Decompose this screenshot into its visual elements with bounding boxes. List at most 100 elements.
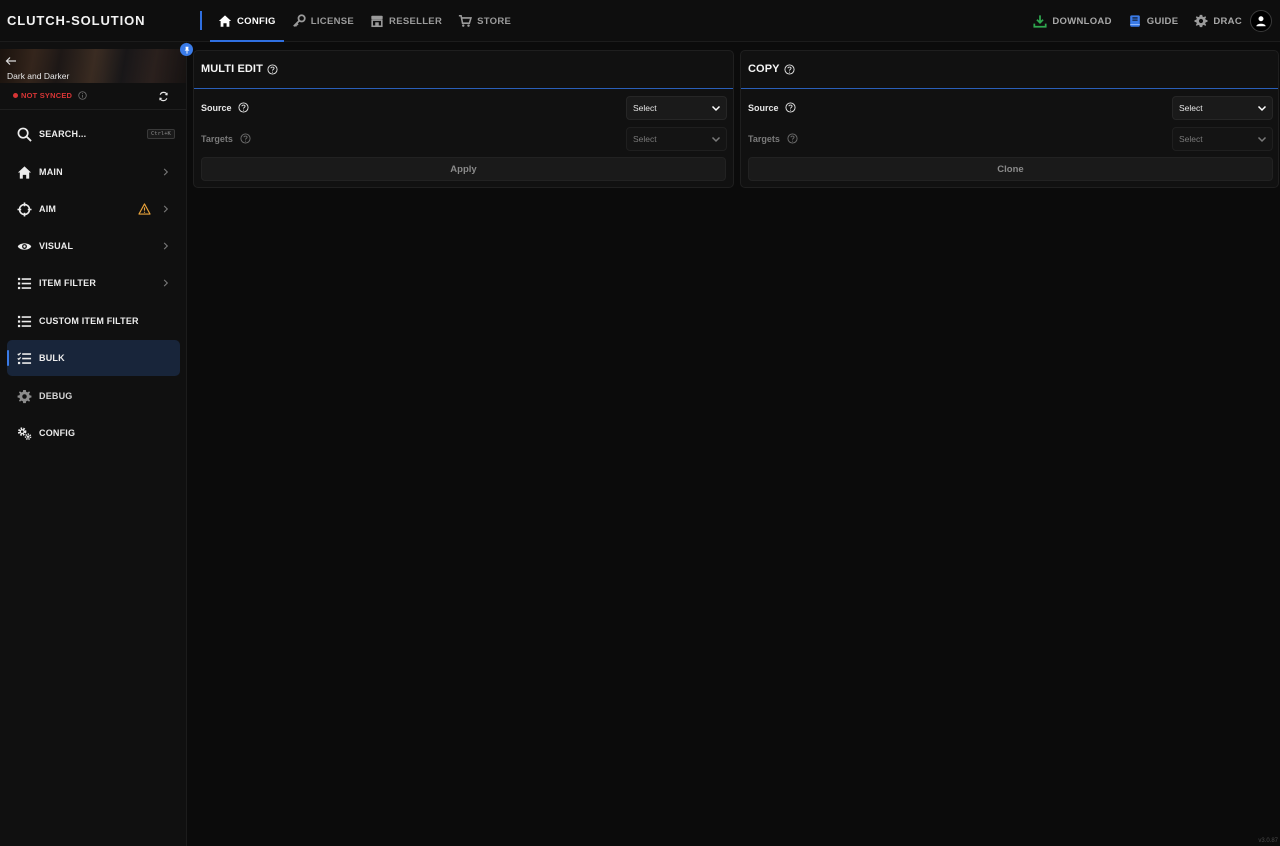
sidebar-item-debug[interactable]: DEBUG	[7, 378, 180, 414]
help-icon[interactable]	[785, 102, 796, 113]
sync-status: NOT SYNCED	[13, 91, 87, 100]
sidebar-item-label: CONFIG	[39, 428, 76, 438]
help-icon[interactable]	[240, 133, 251, 144]
gear-icon	[1194, 14, 1208, 28]
tab-store[interactable]: STORE	[450, 0, 519, 42]
tab-reseller[interactable]: RESELLER	[362, 0, 450, 42]
version-label: v3.0.87	[1258, 838, 1278, 844]
brand-logo: CLUTCH-SOLUTION	[7, 13, 146, 28]
guide-button[interactable]: GUIDE	[1128, 14, 1179, 28]
chevron-down-icon	[1257, 136, 1267, 143]
copy-source-select[interactable]: Select	[1172, 96, 1273, 120]
sidebar-item-main[interactable]: MAIN	[7, 154, 180, 190]
chevron-down-icon	[711, 136, 721, 143]
search-shortcut: Ctrl+K	[147, 129, 175, 139]
sync-status-label: NOT SYNCED	[21, 91, 73, 100]
sidebar-search[interactable]: SEARCH... Ctrl+K	[7, 116, 180, 152]
select-value: Select	[1179, 103, 1203, 113]
list-icon	[17, 277, 32, 290]
multi-edit-header: MULTI EDIT	[194, 51, 733, 89]
refresh-icon[interactable]	[158, 91, 169, 102]
checklist-icon	[17, 352, 32, 365]
help-icon[interactable]	[784, 64, 795, 75]
sidebar-item-label: MAIN	[39, 167, 63, 177]
multi-edit-source-label: Source	[201, 103, 232, 113]
sidebar-item-aim[interactable]: AIM	[7, 191, 180, 227]
crosshair-icon	[17, 202, 32, 217]
help-icon[interactable]	[787, 133, 798, 144]
sync-status-dot	[13, 93, 18, 98]
sidebar-divider	[0, 109, 186, 110]
chevron-down-icon	[711, 105, 721, 112]
nav-separator	[200, 11, 202, 30]
gears-icon	[17, 427, 32, 440]
sidebar-item-label: VISUAL	[39, 241, 74, 251]
guide-label: GUIDE	[1146, 15, 1179, 27]
chevron-down-icon	[1257, 105, 1267, 112]
list-icon	[17, 315, 32, 328]
tab-config-label: CONFIG	[237, 15, 276, 27]
sidebar-item-label: ITEM FILTER	[39, 278, 97, 288]
search-icon	[17, 127, 32, 142]
help-icon[interactable]	[267, 64, 278, 75]
copy-panel: COPY Source Select Targets Select Clone	[740, 50, 1279, 188]
eye-icon	[17, 243, 32, 250]
sidebar-item-bulk[interactable]: BULK	[7, 340, 180, 376]
pin-icon	[184, 46, 189, 54]
copy-targets-select[interactable]: Select	[1172, 127, 1273, 151]
multi-edit-title: MULTI EDIT	[201, 63, 263, 75]
cart-icon	[458, 14, 473, 27]
warning-icon	[138, 203, 151, 215]
right-nav: DOWNLOAD GUIDE DRAC	[1033, 0, 1272, 42]
top-bar: CLUTCH-SOLUTION CONFIG LICENSE RESELLER …	[0, 0, 1280, 42]
multi-edit-targets-label: Targets	[201, 134, 233, 144]
gear-icon	[17, 389, 32, 404]
download-button[interactable]: DOWNLOAD	[1033, 14, 1111, 28]
multi-edit-targets-select[interactable]: Select	[626, 127, 727, 151]
game-banner: Dark and Darker	[0, 49, 186, 83]
sidebar-item-label: DEBUG	[39, 391, 73, 401]
tab-license-label: LICENSE	[310, 15, 355, 27]
select-value: Select	[633, 134, 657, 144]
sidebar-item-label: BULK	[39, 353, 65, 363]
sidebar-item-label: CUSTOM ITEM FILTER	[39, 316, 139, 326]
tab-license[interactable]: LICENSE	[284, 0, 362, 42]
apply-button[interactable]: Apply	[201, 157, 726, 181]
clone-button[interactable]: Clone	[748, 157, 1273, 181]
chevron-right-icon	[163, 279, 169, 287]
sidebar-item-custom-item-filter[interactable]: CUSTOM ITEM FILTER	[7, 303, 180, 339]
select-value: Select	[1179, 134, 1203, 144]
store-icon	[371, 15, 383, 28]
chevron-right-icon	[163, 242, 169, 250]
game-title: Dark and Darker	[7, 71, 70, 81]
select-value: Select	[633, 103, 657, 113]
copy-source-label: Source	[748, 103, 779, 113]
info-icon[interactable]	[78, 91, 87, 100]
book-icon	[1129, 15, 1140, 27]
home-icon	[218, 15, 232, 27]
download-label: DOWNLOAD	[1052, 15, 1112, 27]
key-icon	[292, 14, 306, 27]
user-name: DRAC	[1213, 15, 1242, 27]
multi-edit-source-select[interactable]: Select	[626, 96, 727, 120]
user-settings-button[interactable]: DRAC	[1194, 14, 1242, 28]
sidebar-item-config[interactable]: CONFIG	[7, 415, 180, 451]
copy-header: COPY	[741, 51, 1278, 89]
download-icon	[1033, 15, 1047, 28]
sidebar-search-label: SEARCH...	[39, 129, 87, 139]
tab-config[interactable]: CONFIG	[210, 0, 284, 42]
tab-reseller-label: RESELLER	[389, 15, 443, 27]
sidebar: Dark and Darker NOT SYNCED SEARCH... Ctr…	[0, 42, 187, 846]
help-icon[interactable]	[238, 102, 249, 113]
copy-title: COPY	[748, 63, 780, 75]
chevron-right-icon	[163, 168, 169, 176]
copy-targets-label: Targets	[748, 134, 780, 144]
home-icon	[17, 166, 32, 179]
avatar[interactable]	[1250, 10, 1272, 32]
pin-button[interactable]	[180, 43, 193, 56]
back-arrow-icon[interactable]	[5, 55, 17, 67]
sidebar-item-visual[interactable]: VISUAL	[7, 228, 180, 264]
sidebar-item-label: AIM	[39, 204, 57, 214]
sidebar-item-item-filter[interactable]: ITEM FILTER	[7, 265, 180, 301]
tab-store-label: STORE	[477, 15, 512, 27]
